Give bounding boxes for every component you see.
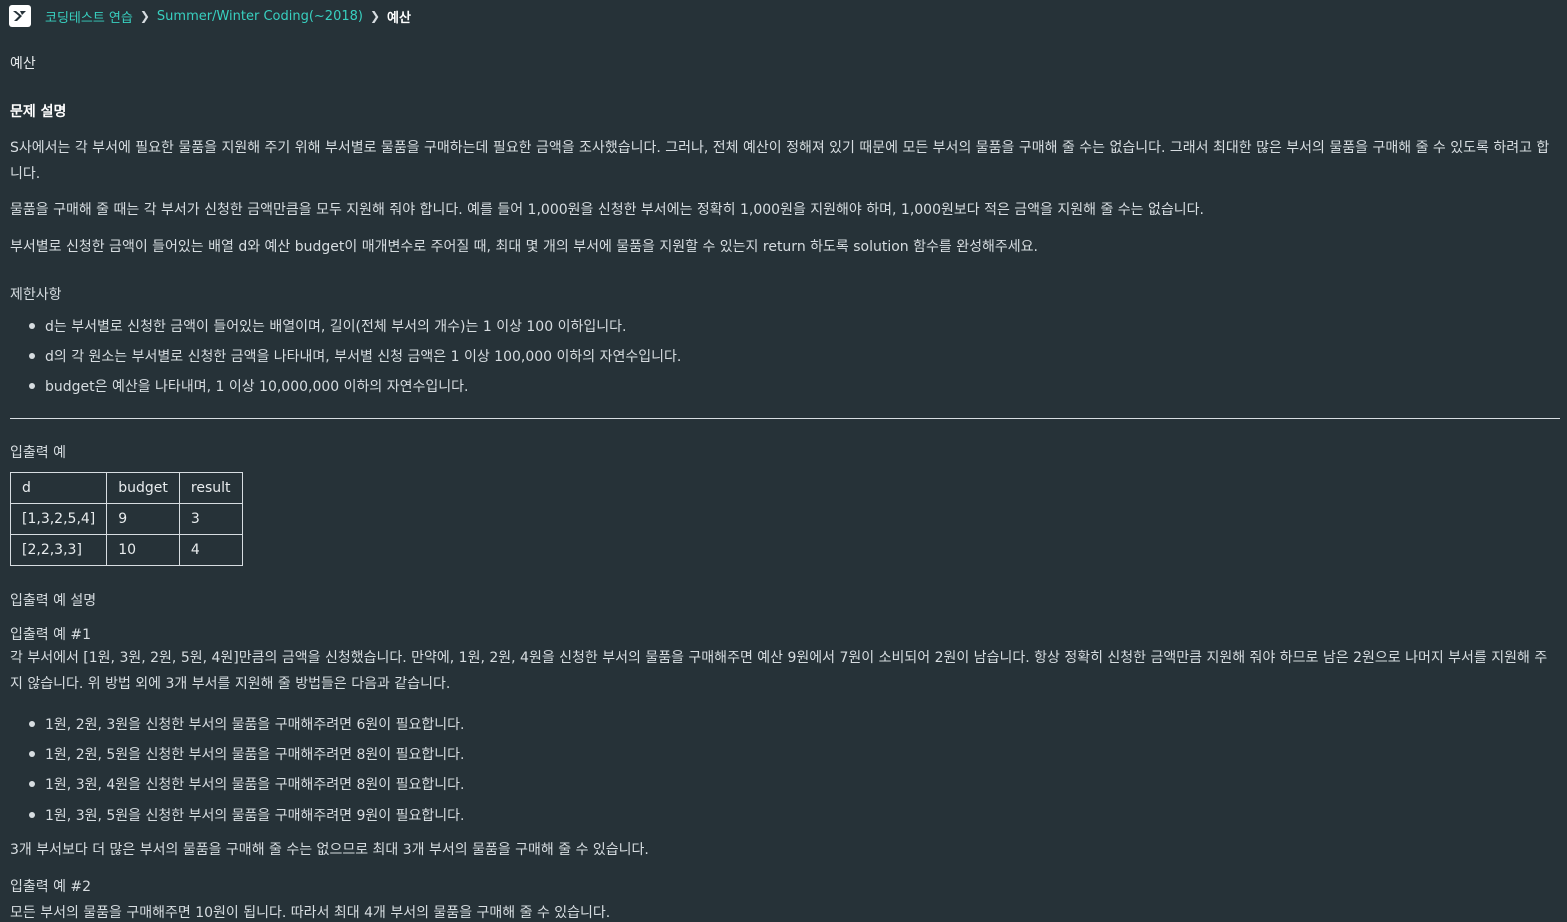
table-row: [2,2,3,3] 10 4 [9,534,243,566]
example-1-text: 각 부서에서 [1원, 3원, 2원, 5원, 4원]만큼의 금액을 신청했습니… [10,650,1548,692]
table-cell: 9 [106,503,180,535]
breadcrumb-summer-winter[interactable]: Summer/Winter Coding(~2018) [157,9,363,24]
constraint-item: d는 부서별로 신청한 금액이 들어있는 배열이며, 길이(전체 부서의 개수)… [45,319,627,335]
breadcrumb-current: 예산 [387,10,411,26]
example-2-title: 입출력 예 #2 [10,879,92,895]
bullet-icon [29,812,35,818]
description-paragraph-2: 물품을 구매해 줄 때는 각 부서가 신청한 금액만큼을 모두 지원해 줘야 합… [10,202,1204,218]
divider [10,418,1560,419]
list-item: 1원, 2원, 5원을 신청한 부서의 물품을 구매해주려면 8원이 필요합니다… [45,747,465,763]
problem-title: 예산 [10,56,36,72]
bullet-icon [29,323,35,329]
example-2-text: 모든 부서의 물품을 구매해주면 10원이 됩니다. 따라서 최대 4개 부서의… [10,905,611,921]
section-description-heading: 문제 설명 [10,104,67,120]
section-constraints-heading: 제한사항 [10,287,62,303]
top-bar: 코딩테스트 연습 ❯ Summer/Winter Coding(~2018) ❯… [0,0,1567,32]
bullet-icon [29,751,35,757]
section-examples-desc-heading: 입출력 예 설명 [10,593,97,609]
examples-table: d budget result [1,3,2,5,4] 9 3 [2,2,3,3… [9,472,243,566]
bullet-icon [29,383,35,389]
table-row: [1,3,2,5,4] 9 3 [9,503,243,535]
bullet-icon [29,781,35,787]
programmers-logo-icon[interactable] [9,5,31,27]
section-examples-heading: 입출력 예 [10,445,66,461]
example-1-conclusion: 3개 부서보다 더 많은 부서의 물품을 구매해 줄 수는 없으므로 최대 3개… [10,842,649,858]
description-paragraph-3: 부서별로 신청한 금액이 들어있는 배열 d와 예산 budget이 매개변수로… [10,239,1038,255]
breadcrumb-coding-test[interactable]: 코딩테스트 연습 [45,7,133,26]
description-paragraph-1: S사에서는 각 부서에 필요한 물품을 지원해 주기 위해 부서별로 물품을 구… [10,140,1550,182]
bullet-icon [29,721,35,727]
constraint-item: budget은 예산을 나타내며, 1 이상 10,000,000 이하의 자연… [45,379,469,395]
chevron-right-icon: ❯ [139,9,150,23]
list-item: 1원, 2원, 3원을 신청한 부서의 물품을 구매해주려면 6원이 필요합니다… [45,717,465,733]
table-header-cell: budget [106,472,180,504]
table-cell: 3 [178,503,243,535]
constraint-item: d의 각 원소는 부서별로 신청한 금액을 나타내며, 부서별 신청 금액은 1… [45,349,682,365]
list-item: 1원, 3원, 4원을 신청한 부서의 물품을 구매해주려면 8원이 필요합니다… [45,777,465,793]
chevron-right-icon: ❯ [369,9,381,23]
table-cell: 4 [178,534,243,566]
table-header-row: d budget result [9,472,243,504]
bullet-icon [29,353,35,359]
table-cell: [1,3,2,5,4] [9,503,108,535]
list-item: 1원, 3원, 5원을 신청한 부서의 물품을 구매해주려면 9원이 필요합니다… [45,808,465,824]
table-cell: 10 [106,534,180,566]
table-header-cell: d [9,472,108,504]
table-header-cell: result [178,472,243,504]
example-1-title: 입출력 예 #1 [10,627,92,643]
table-cell: [2,2,3,3] [9,534,108,566]
